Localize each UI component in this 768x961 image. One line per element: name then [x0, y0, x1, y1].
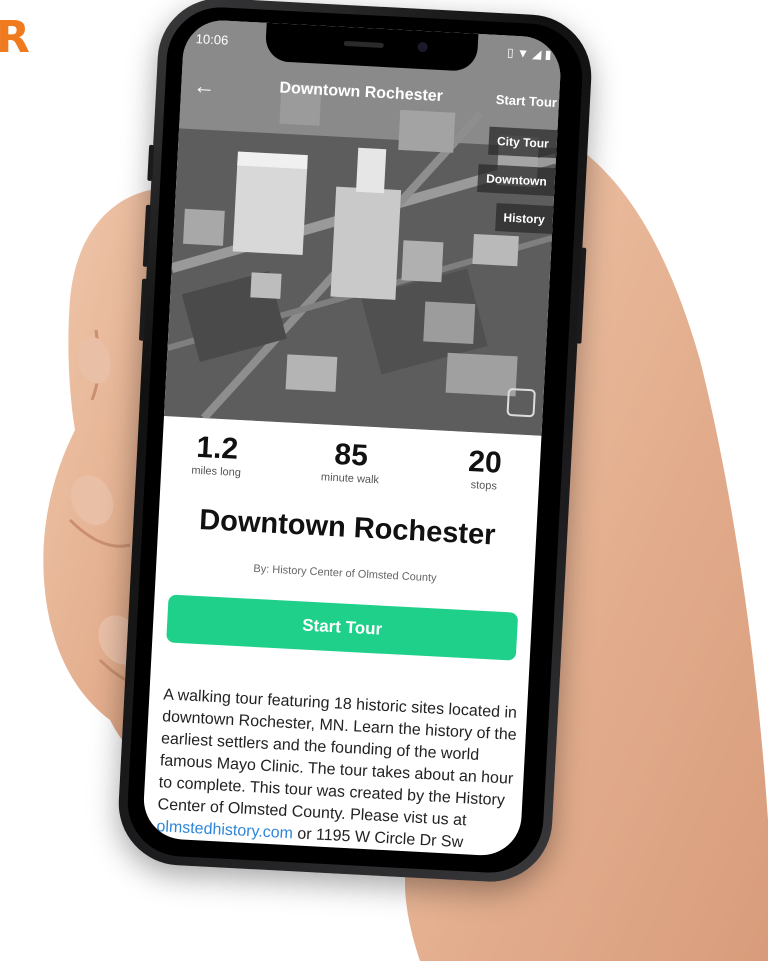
earpiece-speaker: [343, 40, 384, 48]
tag-history[interactable]: History: [494, 203, 554, 235]
start-tour-button[interactable]: Start Tour: [166, 594, 519, 661]
website-link[interactable]: olmstedhistory.com: [156, 818, 293, 842]
battery-icon: ▮: [544, 47, 552, 62]
front-camera: [417, 41, 428, 53]
phone-device: 10:06 ▯ ▼ ◢ ▮ ← Downtown Rochester Start…: [115, 0, 595, 885]
signal-icon: ◢: [531, 46, 542, 62]
nav-title: Downtown Rochester: [279, 79, 444, 106]
tour-author: By: History Center of Olmsted County: [253, 562, 437, 585]
vibrate-icon: ▯: [506, 45, 515, 60]
status-icons: ▯ ▼ ◢ ▮: [507, 45, 552, 61]
phone-mute-switch: [147, 144, 155, 182]
stat-duration: 85 minute walk: [295, 437, 407, 489]
nav-start-tour-button[interactable]: Start Tour: [495, 92, 557, 110]
share-icon[interactable]: [506, 387, 536, 418]
wifi-icon: ▼: [516, 45, 530, 61]
tag-downtown[interactable]: Downtown: [477, 164, 556, 197]
status-time: 10:06: [195, 31, 229, 48]
tour-description: A walking tour featuring 18 historic sit…: [156, 684, 520, 856]
stat-distance: 1.2 miles long: [161, 430, 273, 482]
tour-title: Downtown Rochester: [198, 503, 497, 552]
stat-stops: 20 stops: [428, 444, 540, 496]
tour-description-text: A walking tour featuring 18 historic sit…: [157, 686, 518, 830]
tag-city-tour[interactable]: City Tour: [488, 126, 558, 159]
phone-screen: 10:06 ▯ ▼ ◢ ▮ ← Downtown Rochester Start…: [141, 18, 563, 858]
arrow-left-icon[interactable]: ←: [193, 73, 216, 100]
